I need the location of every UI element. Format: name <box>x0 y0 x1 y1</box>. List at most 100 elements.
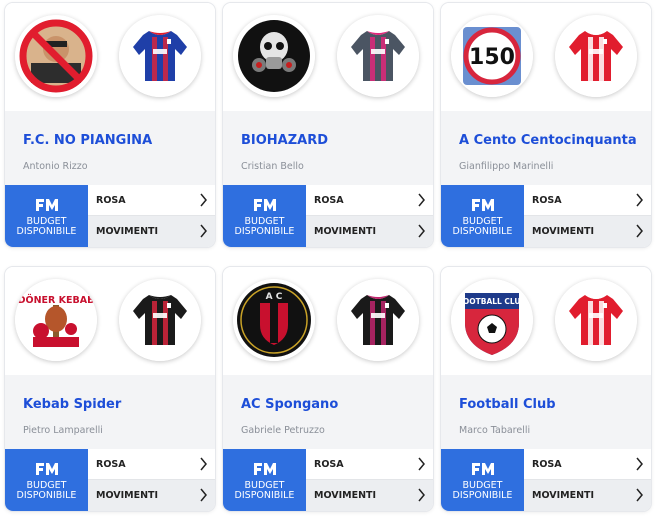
red-white-jersey-icon[interactable] <box>555 279 637 361</box>
movimenti-button[interactable]: MOVIMENTI <box>524 216 651 247</box>
card-header: 150 <box>441 3 651 111</box>
rosa-button[interactable]: ROSA <box>524 449 651 480</box>
manager-name: Antonio Rizzo <box>23 161 88 172</box>
team-name[interactable]: A Cento Centocinquanta <box>459 133 637 148</box>
movimenti-label: MOVIMENTI <box>314 226 377 237</box>
movimenti-label: MOVIMENTI <box>96 226 159 237</box>
budget-button[interactable]: BUDGET DISPONIBILE <box>441 185 524 247</box>
rosa-button[interactable]: ROSA <box>306 185 433 216</box>
chevron-right-icon <box>199 193 208 207</box>
budget-label-line2: DISPONIBILE <box>234 226 295 237</box>
card-header: A C <box>223 267 433 375</box>
team-card: FOOTBALL CLUB Football Club Marco Tabare… <box>441 267 651 511</box>
card-header: DÖNER KEBAB <box>5 267 215 375</box>
card-header <box>223 3 433 111</box>
chevron-right-icon <box>635 193 644 207</box>
football-club-shield-logo-icon[interactable]: FOOTBALL CLUB <box>451 279 533 361</box>
rosa-label: ROSA <box>96 459 126 470</box>
speed-limit-150-sign-logo-icon[interactable]: 150 <box>451 15 533 97</box>
gas-mask-skull-logo-icon[interactable] <box>233 15 315 97</box>
card-header <box>5 3 215 111</box>
doner-kebab-chef-logo-icon[interactable]: DÖNER KEBAB <box>15 279 97 361</box>
manager-name: Cristian Bello <box>241 161 304 172</box>
team-name[interactable]: F.C. NO PIANGINA <box>23 133 152 148</box>
chevron-right-icon <box>417 488 426 502</box>
budget-button[interactable]: BUDGET DISPONIBILE <box>441 449 524 511</box>
fm-wallet-icon <box>471 197 495 213</box>
budget-label: BUDGET DISPONIBILE <box>223 217 306 237</box>
rosa-label: ROSA <box>532 459 562 470</box>
chevron-right-icon <box>635 457 644 471</box>
chevron-right-icon <box>199 224 208 238</box>
chevron-right-icon <box>635 224 644 238</box>
rosa-button[interactable]: ROSA <box>524 185 651 216</box>
svg-text:150: 150 <box>469 45 515 70</box>
movimenti-button[interactable]: MOVIMENTI <box>306 216 433 247</box>
svg-text:FOOTBALL CLUB: FOOTBALL CLUB <box>458 297 527 306</box>
movimenti-button[interactable]: MOVIMENTI <box>88 216 215 247</box>
team-card: F.C. NO PIANGINA Antonio Rizzo BUDGET DI… <box>5 3 215 247</box>
chevron-right-icon <box>417 457 426 471</box>
budget-label-line2: DISPONIBILE <box>452 226 513 237</box>
movimenti-button[interactable]: MOVIMENTI <box>524 480 651 511</box>
team-card: BIOHAZARD Cristian Bello BUDGET DISPONIB… <box>223 3 433 247</box>
crying-man-no-sign-logo-icon[interactable] <box>15 15 97 97</box>
budget-button[interactable]: BUDGET DISPONIBILE <box>5 449 88 511</box>
team-name[interactable]: BIOHAZARD <box>241 133 328 148</box>
team-card: DÖNER KEBAB Kebab Spider Pietro Lamparel… <box>5 267 215 511</box>
manager-name: Marco Tabarelli <box>459 425 531 436</box>
card-info <box>5 375 215 449</box>
blue-red-striped-jersey-icon[interactable] <box>119 15 201 97</box>
chevron-right-icon <box>417 193 426 207</box>
budget-label: BUDGET DISPONIBILE <box>441 217 524 237</box>
fm-wallet-icon <box>471 461 495 477</box>
budget-button[interactable]: BUDGET DISPONIBILE <box>223 185 306 247</box>
movimenti-button[interactable]: MOVIMENTI <box>306 480 433 511</box>
budget-label-line2: DISPONIBILE <box>452 490 513 501</box>
budget-label-line2: DISPONIBILE <box>234 490 295 501</box>
manager-name: Gabriele Petruzzo <box>241 425 325 436</box>
rosa-label: ROSA <box>532 195 562 206</box>
ac-spongano-crest-logo-icon[interactable]: A C <box>233 279 315 361</box>
movimenti-label: MOVIMENTI <box>314 490 377 501</box>
rosa-label: ROSA <box>96 195 126 206</box>
chevron-right-icon <box>635 488 644 502</box>
red-white-spider-jersey-icon[interactable] <box>555 15 637 97</box>
card-info <box>5 111 215 185</box>
red-black-striped-jersey-icon[interactable] <box>119 279 201 361</box>
svg-text:A C: A C <box>266 292 283 302</box>
manager-name: Pietro Lamparelli <box>23 425 103 436</box>
card-info <box>441 111 651 185</box>
manager-name: Gianfilippo Marinelli <box>459 161 554 172</box>
chevron-right-icon <box>199 457 208 471</box>
teams-grid: F.C. NO PIANGINA Antonio Rizzo BUDGET DI… <box>0 0 657 520</box>
card-info <box>441 375 651 449</box>
team-card: 150 A Cento Centocinquanta Gianfilippo M… <box>441 3 651 247</box>
grey-pink-jersey-icon[interactable] <box>337 15 419 97</box>
chevron-right-icon <box>199 488 208 502</box>
black-magenta-striped-jersey-icon[interactable] <box>337 279 419 361</box>
team-card: A C AC Spongano Gabriele Petruzzo BUDGET… <box>223 267 433 511</box>
budget-label: BUDGET DISPONIBILE <box>441 481 524 501</box>
svg-text:DÖNER KEBAB: DÖNER KEBAB <box>18 295 95 306</box>
rosa-button[interactable]: ROSA <box>88 185 215 216</box>
card-header: FOOTBALL CLUB <box>441 267 651 375</box>
budget-button[interactable]: BUDGET DISPONIBILE <box>223 449 306 511</box>
rosa-label: ROSA <box>314 195 344 206</box>
movimenti-button[interactable]: MOVIMENTI <box>88 480 215 511</box>
card-info <box>223 111 433 185</box>
movimenti-label: MOVIMENTI <box>96 490 159 501</box>
rosa-button[interactable]: ROSA <box>88 449 215 480</box>
budget-label: BUDGET DISPONIBILE <box>5 481 88 501</box>
budget-label-line2: DISPONIBILE <box>16 226 77 237</box>
budget-button[interactable]: BUDGET DISPONIBILE <box>5 185 88 247</box>
team-name[interactable]: Football Club <box>459 397 556 412</box>
movimenti-label: MOVIMENTI <box>532 490 595 501</box>
movimenti-label: MOVIMENTI <box>532 226 595 237</box>
rosa-label: ROSA <box>314 459 344 470</box>
team-name[interactable]: Kebab Spider <box>23 397 121 412</box>
budget-label: BUDGET DISPONIBILE <box>223 481 306 501</box>
rosa-button[interactable]: ROSA <box>306 449 433 480</box>
team-name[interactable]: AC Spongano <box>241 397 338 412</box>
fm-wallet-icon <box>35 461 59 477</box>
